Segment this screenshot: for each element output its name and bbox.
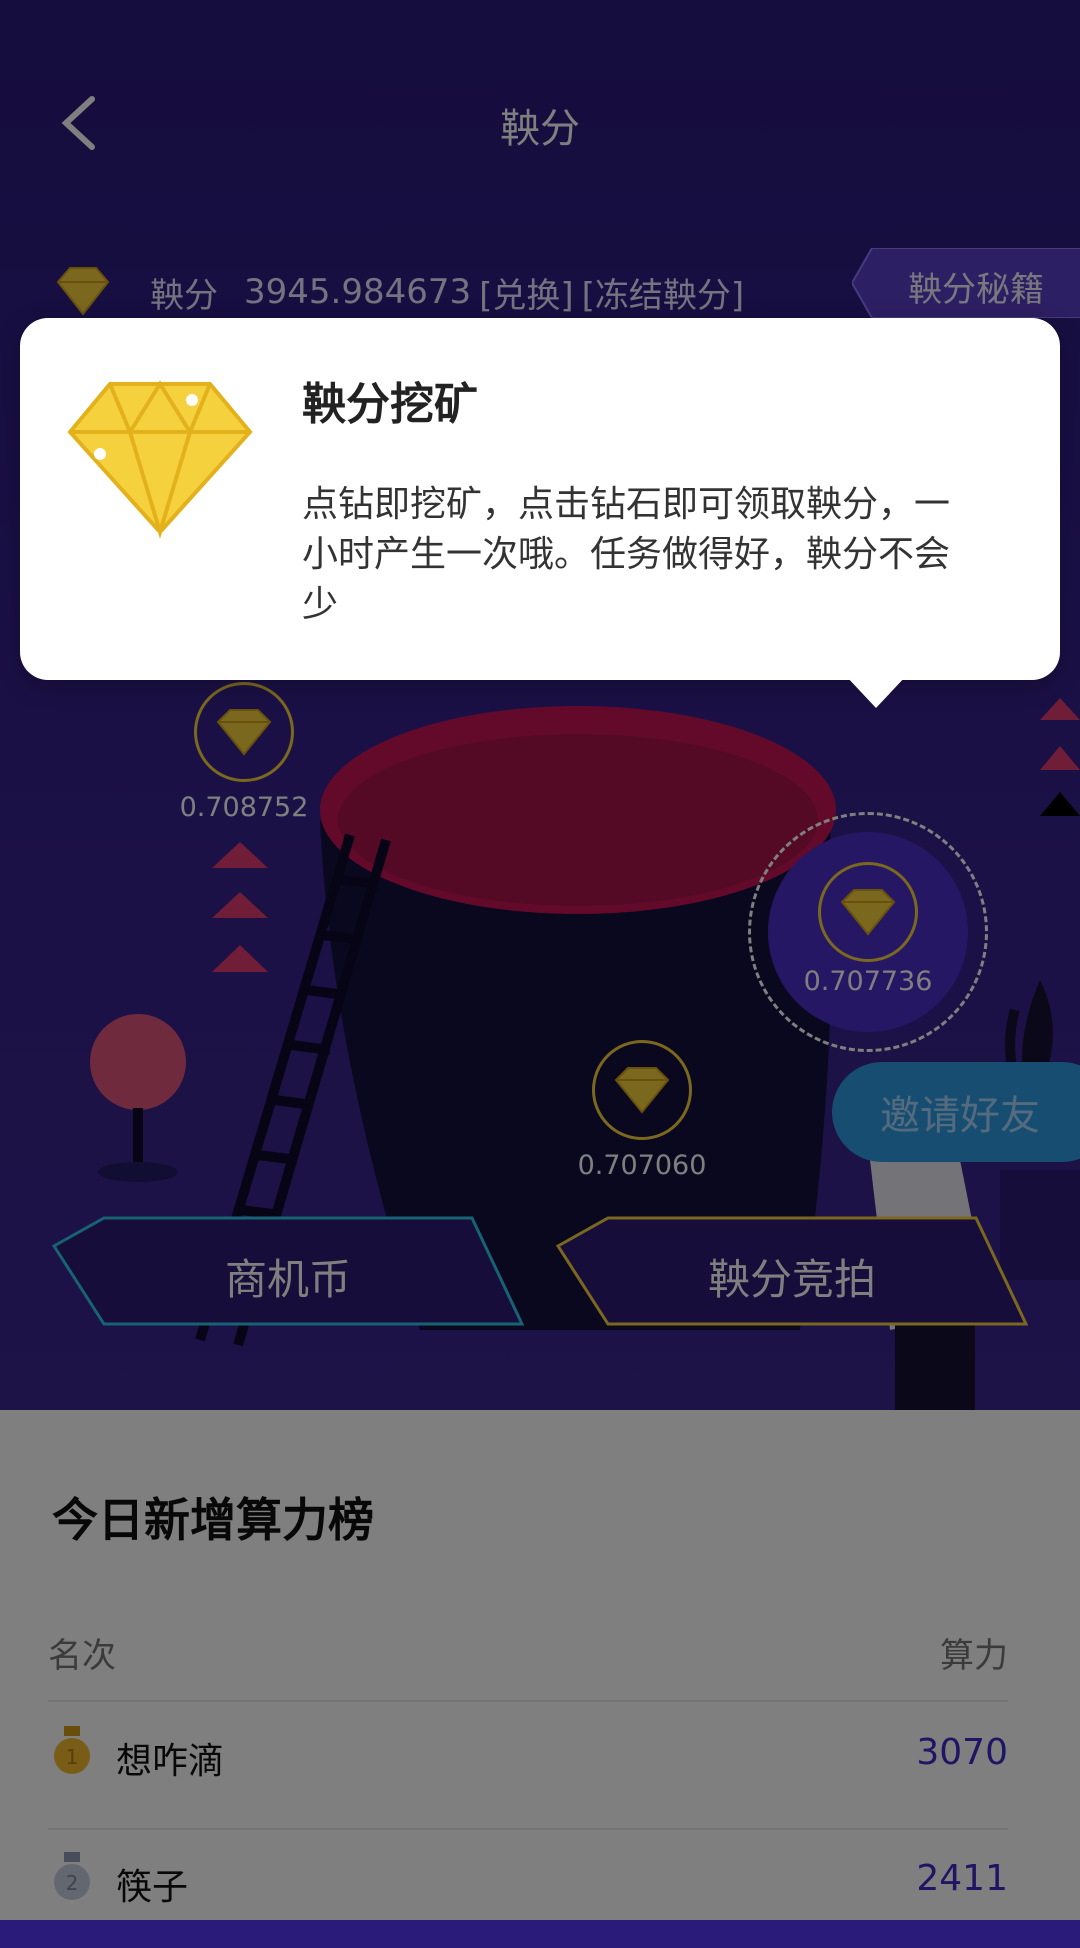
guide-popup: 鞅分挖矿 点钻即挖矿，点击钻石即可领取鞅分，一小时产生一次哦。任务做得好，鞅分不… — [20, 318, 1060, 708]
popup-title: 鞅分挖矿 — [302, 379, 478, 430]
diamond-icon — [67, 380, 253, 539]
modal-overlay[interactable] — [0, 0, 1080, 1920]
popup-pointer — [846, 676, 906, 708]
popup-text: 点钻即挖矿，点击钻石即可领取鞅分，一小时产生一次哦。任务做得好，鞅分不会少 — [302, 484, 951, 625]
